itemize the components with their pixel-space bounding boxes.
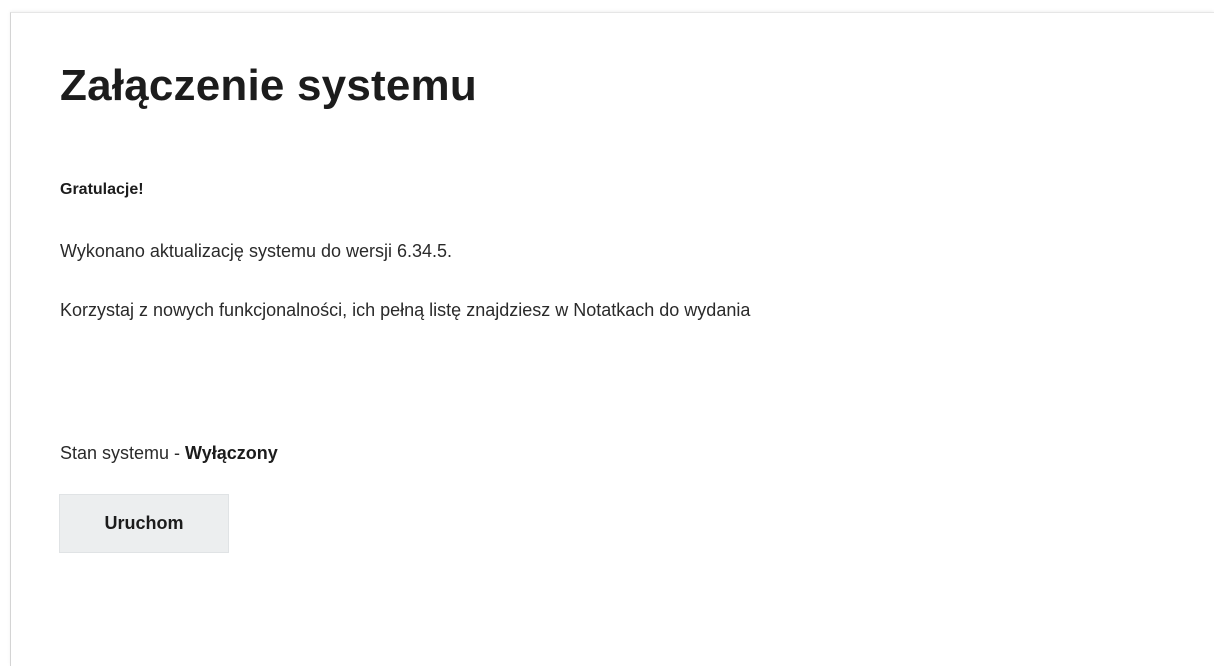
system-startup-panel: Załączenie systemu Gratulacje! Wykonano … <box>10 12 1214 666</box>
release-notes-message: Korzystaj z nowych funkcjonalności, ich … <box>60 300 751 320</box>
update-message: Wykonano aktualizację systemu do wersji … <box>60 241 453 261</box>
system-status: Stan systemu - Wyłączony <box>60 443 278 464</box>
page-title: Załączenie systemu <box>60 61 477 110</box>
system-status-label: Stan systemu - <box>60 443 186 463</box>
start-button[interactable]: Uruchom <box>59 494 229 553</box>
system-status-value: Wyłączony <box>185 443 278 463</box>
congrats-text: Gratulacje! <box>60 181 144 198</box>
